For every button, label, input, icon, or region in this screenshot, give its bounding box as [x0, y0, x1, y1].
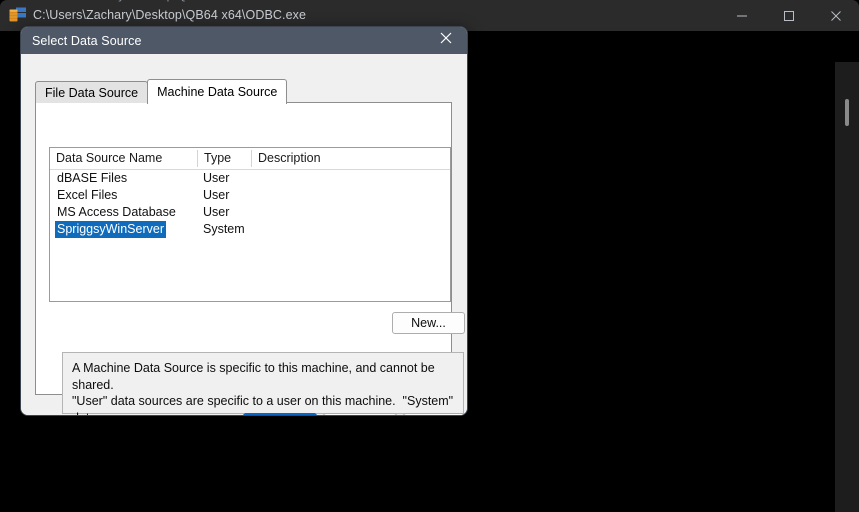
column-header-description[interactable]: Description: [258, 151, 321, 165]
dialog-body: File Data Source Machine Data Source Dat…: [21, 54, 467, 415]
description-text: A Machine Data Source is specific to thi…: [72, 361, 454, 415]
tab-file-data-source[interactable]: File Data Source: [35, 81, 149, 103]
table-row-selected[interactable]: SpriggsyWinServer System: [50, 221, 450, 238]
tab-label: Machine Data Source: [157, 85, 278, 99]
host-title-overflow-text: C:\Users\Zachary\Desktop\QB64 x64\ODBC.e…: [28, 0, 295, 2]
column-separator[interactable]: [197, 150, 198, 167]
dialog-title: Select Data Source: [32, 33, 142, 48]
cell-name: SpriggsyWinServer: [55, 221, 166, 238]
table-row[interactable]: dBASE Files User: [50, 170, 450, 187]
close-icon: [830, 10, 842, 22]
data-source-list[interactable]: Data Source Name Type Description dBASE …: [49, 147, 451, 302]
minimize-button[interactable]: [718, 0, 765, 31]
new-button-label: New...: [411, 316, 446, 330]
tab-label: File Data Source: [45, 85, 139, 100]
scrollbar-track[interactable]: [835, 62, 859, 512]
description-panel: A Machine Data Source is specific to thi…: [62, 352, 464, 415]
ok-button[interactable]: OK: [243, 413, 317, 415]
cell-name: dBASE Files: [57, 171, 128, 185]
maximize-icon: [783, 10, 795, 22]
maximize-button[interactable]: [765, 0, 812, 31]
table-row[interactable]: MS Access Database User: [50, 204, 450, 221]
column-header-name[interactable]: Data Source Name: [56, 151, 162, 165]
dialog-titlebar[interactable]: Select Data Source: [21, 27, 467, 54]
host-window-controls: [718, 0, 859, 31]
column-separator[interactable]: [251, 150, 252, 167]
help-button[interactable]: Help: [403, 413, 467, 415]
database-icon: [9, 7, 27, 24]
dialog-close-button[interactable]: [425, 27, 467, 54]
cell-type: User: [203, 205, 230, 219]
new-button[interactable]: New...: [392, 312, 465, 334]
host-vertical-scrollbar[interactable]: [835, 62, 859, 512]
cell-type: System: [203, 222, 245, 236]
cancel-button[interactable]: Cancel: [323, 413, 397, 415]
close-icon: [439, 31, 453, 50]
cell-name: Excel Files: [57, 188, 118, 202]
tab-strip: File Data Source Machine Data Source: [35, 79, 288, 104]
minimize-icon: [736, 10, 748, 22]
cell-name: MS Access Database: [57, 205, 176, 219]
screen: C:\Users\Zachary\Desktop\QB64 x64\ODBC.e…: [0, 0, 859, 512]
close-button[interactable]: [812, 0, 859, 31]
host-window-title: C:\Users\Zachary\Desktop\QB64 x64\ODBC.e…: [33, 8, 307, 22]
scrollbar-thumb[interactable]: [845, 99, 849, 126]
cell-type: User: [203, 171, 230, 185]
tab-machine-data-source[interactable]: Machine Data Source: [147, 79, 288, 104]
cell-type: User: [203, 188, 230, 202]
select-data-source-dialog: Select Data Source File Data Source Mach…: [20, 26, 468, 416]
table-row[interactable]: Excel Files User: [50, 187, 450, 204]
list-header: Data Source Name Type Description: [50, 148, 450, 170]
column-header-type[interactable]: Type: [204, 151, 231, 165]
list-rows: dBASE Files User Excel Files User MS Acc…: [50, 170, 450, 238]
